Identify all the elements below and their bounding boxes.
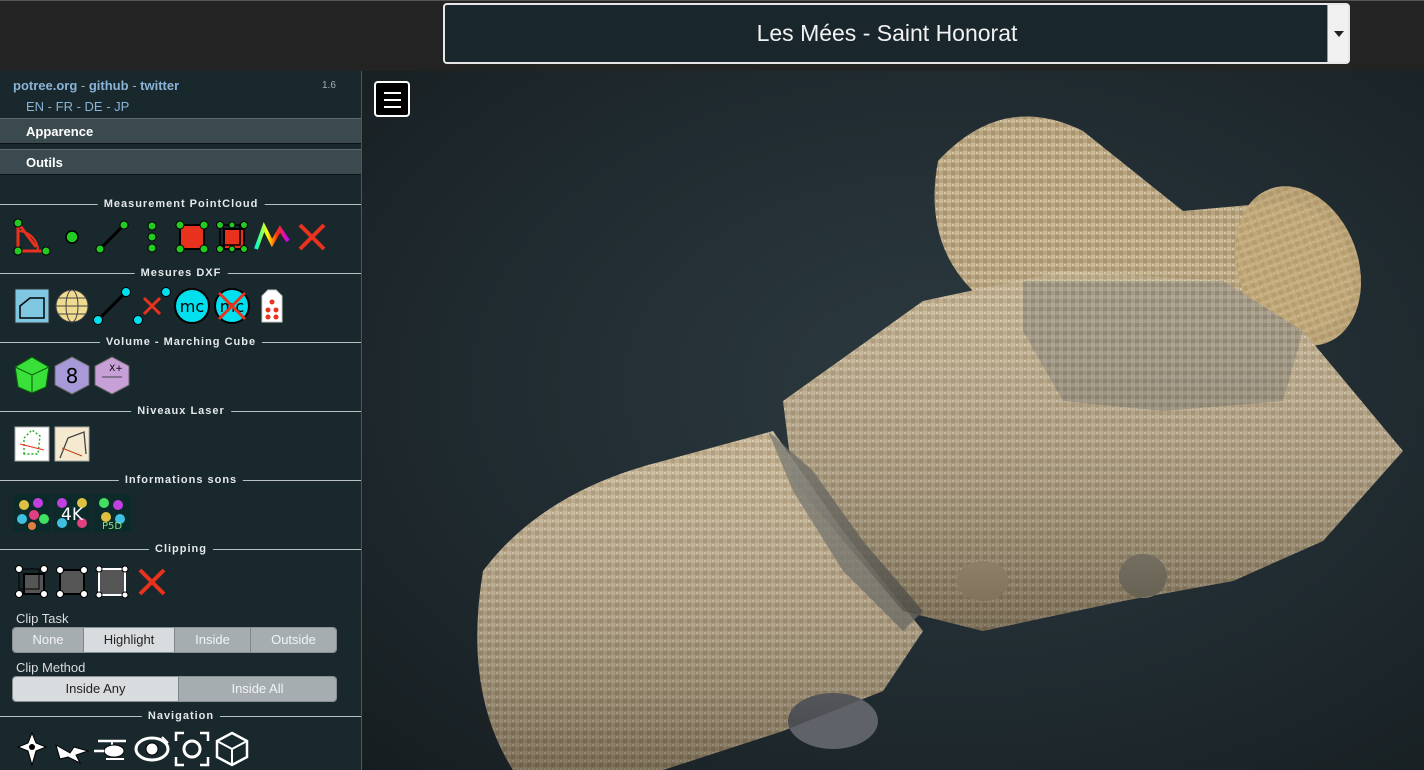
section-volume: Volume - Marching Cube [0,335,361,349]
link-github[interactable]: github [89,78,129,93]
lang-de[interactable]: DE [85,99,103,114]
distance-icon[interactable] [92,217,132,257]
remove-measurements-icon[interactable] [292,217,332,257]
svg-text:X+: X+ [109,364,123,374]
clip-task-inside[interactable]: Inside [175,628,251,652]
sound-4k-icon[interactable]: 4K [52,493,92,533]
sidebar: potree.org - github - twitter 1.6 EN - F… [0,71,362,770]
svg-text:8: 8 [66,364,79,388]
cube-view-icon[interactable] [212,729,252,769]
lang-fr[interactable]: FR [56,99,73,114]
accordion-tools[interactable]: Outils [0,149,361,175]
dxf-sphere-icon[interactable] [52,286,92,326]
project-select-value: Les Mées - Saint Honorat [756,20,1018,46]
chevron-down-icon[interactable] [1327,5,1348,62]
version-label: 1.6 [322,80,336,91]
volume-icon[interactable] [212,217,252,257]
earth-controls-icon[interactable] [12,729,52,769]
focus-icon[interactable] [172,729,212,769]
link-potree[interactable]: potree.org [13,78,77,93]
height-icon[interactable] [132,217,172,257]
clip-polygon-icon[interactable] [52,562,92,602]
laser-level-icon[interactable] [52,424,92,464]
dxf-mc-icon[interactable]: mc [172,286,212,326]
green-cube-icon[interactable] [12,355,52,395]
link-twitter[interactable]: twitter [140,78,179,93]
section-navigation: Navigation [0,709,361,723]
header-links: potree.org - github - twitter [13,78,180,93]
laser-outline-icon[interactable] [12,424,52,464]
clip-method-label: Clip Method [16,660,86,675]
section-laser: Niveaux Laser [0,404,361,418]
clip-task-group: None Highlight Inside Outside [12,627,337,653]
angle-icon[interactable] [12,217,52,257]
numbered-cube-icon[interactable]: 8 [52,355,92,395]
language-links: EN - FR - DE - JP [26,99,130,114]
sound-dots-icon[interactable] [12,493,52,533]
cube-xplus-icon[interactable]: X+ [92,355,132,395]
dxf-polygon-icon[interactable] [12,286,52,326]
dxf-line-icon[interactable] [92,286,132,326]
helicopter-controls-icon[interactable] [92,729,132,769]
lang-en[interactable]: EN [26,99,44,114]
top-bar: Les Mées - Saint Honorat [0,0,1424,71]
orbit-controls-icon[interactable] [132,729,172,769]
point-icon[interactable] [52,217,92,257]
dxf-remove-mc-icon[interactable]: mc [212,286,252,326]
clip-task-none[interactable]: None [13,628,84,652]
clip-task-highlight[interactable]: Highlight [84,628,175,652]
point-cloud-render [477,116,1403,770]
section-measurement: Measurement PointCloud [0,197,361,211]
clip-method-group: Inside Any Inside All [12,676,337,702]
svg-text:4K: 4K [61,505,84,525]
lang-jp[interactable]: JP [114,99,129,114]
svg-text:mc: mc [180,297,204,316]
sound-pd-icon[interactable]: P5D [92,493,132,533]
clip-task-label: Clip Task [16,611,69,626]
clip-task-outside[interactable]: Outside [251,628,336,652]
accordion-appearance[interactable]: Apparence [0,118,361,144]
fly-controls-icon[interactable] [52,729,92,769]
clip-method-inside-any[interactable]: Inside Any [13,677,179,701]
section-clipping: Clipping [0,542,361,556]
clip-screen-box-icon[interactable] [92,562,132,602]
section-sounds: Informations sons [0,473,361,487]
menu-toggle-button[interactable] [374,81,410,117]
svg-text:P5D: P5D [102,521,122,532]
clip-method-inside-all[interactable]: Inside All [179,677,336,701]
remove-clipping-icon[interactable] [132,562,172,602]
section-dxf: Mesures DXF [0,266,361,280]
area-icon[interactable] [172,217,212,257]
profile-icon[interactable] [252,217,292,257]
point-cloud-viewport[interactable] [363,71,1424,770]
dxf-remove-line-icon[interactable] [132,286,172,326]
clip-volume-icon[interactable] [12,562,52,602]
dxf-tag-icon[interactable] [252,286,292,326]
project-select[interactable]: Les Mées - Saint Honorat [443,3,1350,64]
